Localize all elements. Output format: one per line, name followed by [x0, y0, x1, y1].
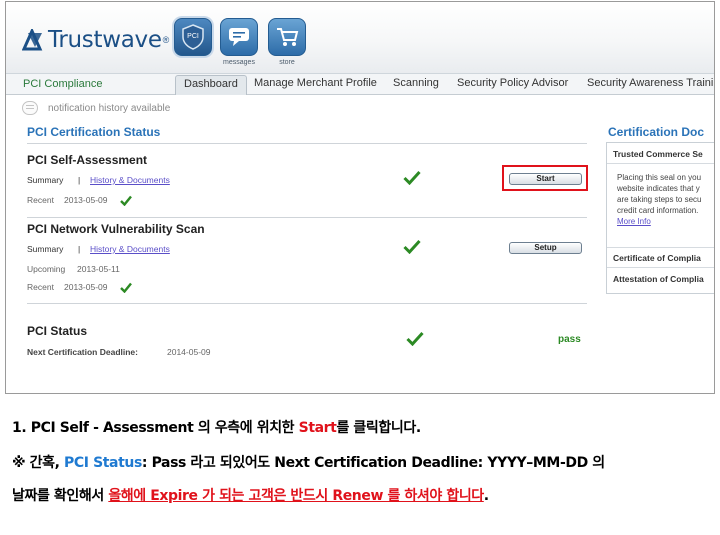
- certification-docs-panel: Trusted Commerce Se Placing this seal on…: [606, 142, 714, 294]
- instruction-renew-warning: 올해에 Expire 가 되는 고객은 반드시 Renew 를 하셔야 합니다: [108, 488, 484, 504]
- instruction-text: .: [483, 488, 489, 504]
- check-icon: [406, 331, 424, 346]
- setup-button[interactable]: Setup: [509, 242, 582, 254]
- tab-security-awareness-training[interactable]: Security Awareness Traini: [587, 77, 713, 89]
- instruction-start-highlight: Start: [298, 420, 337, 436]
- certificate-of-compliance-heading[interactable]: Certificate of Complia: [613, 253, 701, 263]
- deadline-label: Next Certification Deadline:: [27, 347, 138, 357]
- instruction-line-3: 날짜를 확인해서 올해에 Expire 가 되는 고객은 반드시 Renew 를…: [12, 485, 489, 505]
- seal-description-line: are taking steps to secu: [617, 195, 702, 204]
- instruction-text: 를 클릭합니다.: [336, 420, 421, 436]
- check-icon: [403, 170, 421, 185]
- instruction-line-1: 1. PCI Self - Assessment 의 우측에 위치한 Start…: [12, 417, 421, 437]
- speech-bubble-icon: [22, 101, 38, 115]
- summary-label: Summary: [27, 244, 64, 254]
- pass-status: pass: [558, 334, 581, 345]
- tab-manage-merchant-profile[interactable]: Manage Merchant Profile: [254, 77, 377, 89]
- divider: [607, 163, 714, 164]
- recent-date: 2013-05-09: [64, 195, 108, 205]
- separator: |: [78, 244, 81, 254]
- instruction-line-2: ※ 간혹, PCI Status: Pass 라고 되있어도 Next Cert…: [12, 452, 605, 472]
- seal-description-line: Placing this seal on you: [617, 173, 702, 182]
- main-nav: PCI Compliance Dashboard Manage Merchant…: [6, 74, 714, 95]
- history-documents-link[interactable]: History & Documents: [90, 244, 170, 254]
- check-icon: [120, 282, 132, 293]
- instruction-text: ※ 간혹,: [12, 455, 65, 471]
- start-button[interactable]: Start: [509, 173, 582, 185]
- app-header: Trustwave ® PCI messages store: [6, 2, 714, 74]
- pci-certification-status-title: PCI Certification Status: [27, 125, 161, 139]
- instruction-pci-status-highlight: PCI Status: [64, 455, 142, 471]
- notification-bar[interactable]: notification history available: [22, 101, 170, 115]
- tab-dashboard[interactable]: Dashboard: [175, 75, 247, 95]
- deadline-date: 2014-05-09: [167, 347, 211, 357]
- more-info-link[interactable]: More Info: [617, 217, 651, 226]
- instruction-text: 날짜를 확인해서: [12, 488, 109, 504]
- divider: [27, 303, 587, 304]
- divider: [27, 217, 587, 218]
- pci-shield-icon[interactable]: PCI: [174, 18, 212, 56]
- attestation-of-compliance-heading[interactable]: Attestation of Complia: [613, 274, 704, 284]
- tab-scanning[interactable]: Scanning: [393, 77, 439, 89]
- seal-description-line: website indicates that y: [617, 184, 700, 193]
- logo-text: Trustwave: [48, 27, 162, 53]
- pci-icon-text: PCI: [187, 33, 199, 40]
- recent-date: 2013-05-09: [64, 282, 108, 292]
- check-icon: [403, 239, 421, 254]
- upcoming-date: 2013-05-11: [77, 264, 120, 274]
- recent-label: Recent: [27, 195, 54, 205]
- summary-label: Summary: [27, 175, 64, 185]
- tab-security-policy-advisor[interactable]: Security Policy Advisor: [457, 77, 568, 89]
- messages-icon[interactable]: [220, 18, 258, 56]
- browser-screenshot: Trustwave ® PCI messages store PCI Compl…: [5, 1, 715, 394]
- trustwave-logo: Trustwave ®: [21, 27, 170, 53]
- pci-status-title: PCI Status: [27, 324, 88, 338]
- trustwave-logo-icon: [21, 27, 44, 51]
- notification-text[interactable]: notification history available: [48, 103, 170, 114]
- upcoming-label: Upcoming: [27, 264, 66, 274]
- seal-description-line: credit card information.: [617, 206, 699, 215]
- history-documents-link[interactable]: History & Documents: [90, 175, 170, 185]
- trusted-commerce-seal-heading: Trusted Commerce Se: [613, 149, 703, 159]
- store-label: store: [279, 59, 295, 66]
- self-assessment-title: PCI Self-Assessment: [27, 153, 148, 167]
- divider: [607, 247, 714, 248]
- separator: |: [78, 175, 81, 185]
- divider: [607, 267, 714, 268]
- messages-label: messages: [223, 59, 255, 66]
- recent-label: Recent: [27, 282, 54, 292]
- check-icon: [120, 195, 132, 206]
- instruction-text: : Pass 라고 되있어도 Next Certification Deadli…: [141, 455, 605, 471]
- certification-docs-title: Certification Doc: [608, 125, 705, 139]
- store-cart-icon[interactable]: [268, 18, 306, 56]
- divider: [27, 143, 587, 144]
- instruction-text: 1. PCI Self - Assessment 의 우측에 위치한: [12, 420, 299, 436]
- nav-brand[interactable]: PCI Compliance: [23, 78, 102, 90]
- network-scan-title: PCI Network Vulnerability Scan: [27, 222, 205, 236]
- logo-registered-mark: ®: [162, 35, 170, 45]
